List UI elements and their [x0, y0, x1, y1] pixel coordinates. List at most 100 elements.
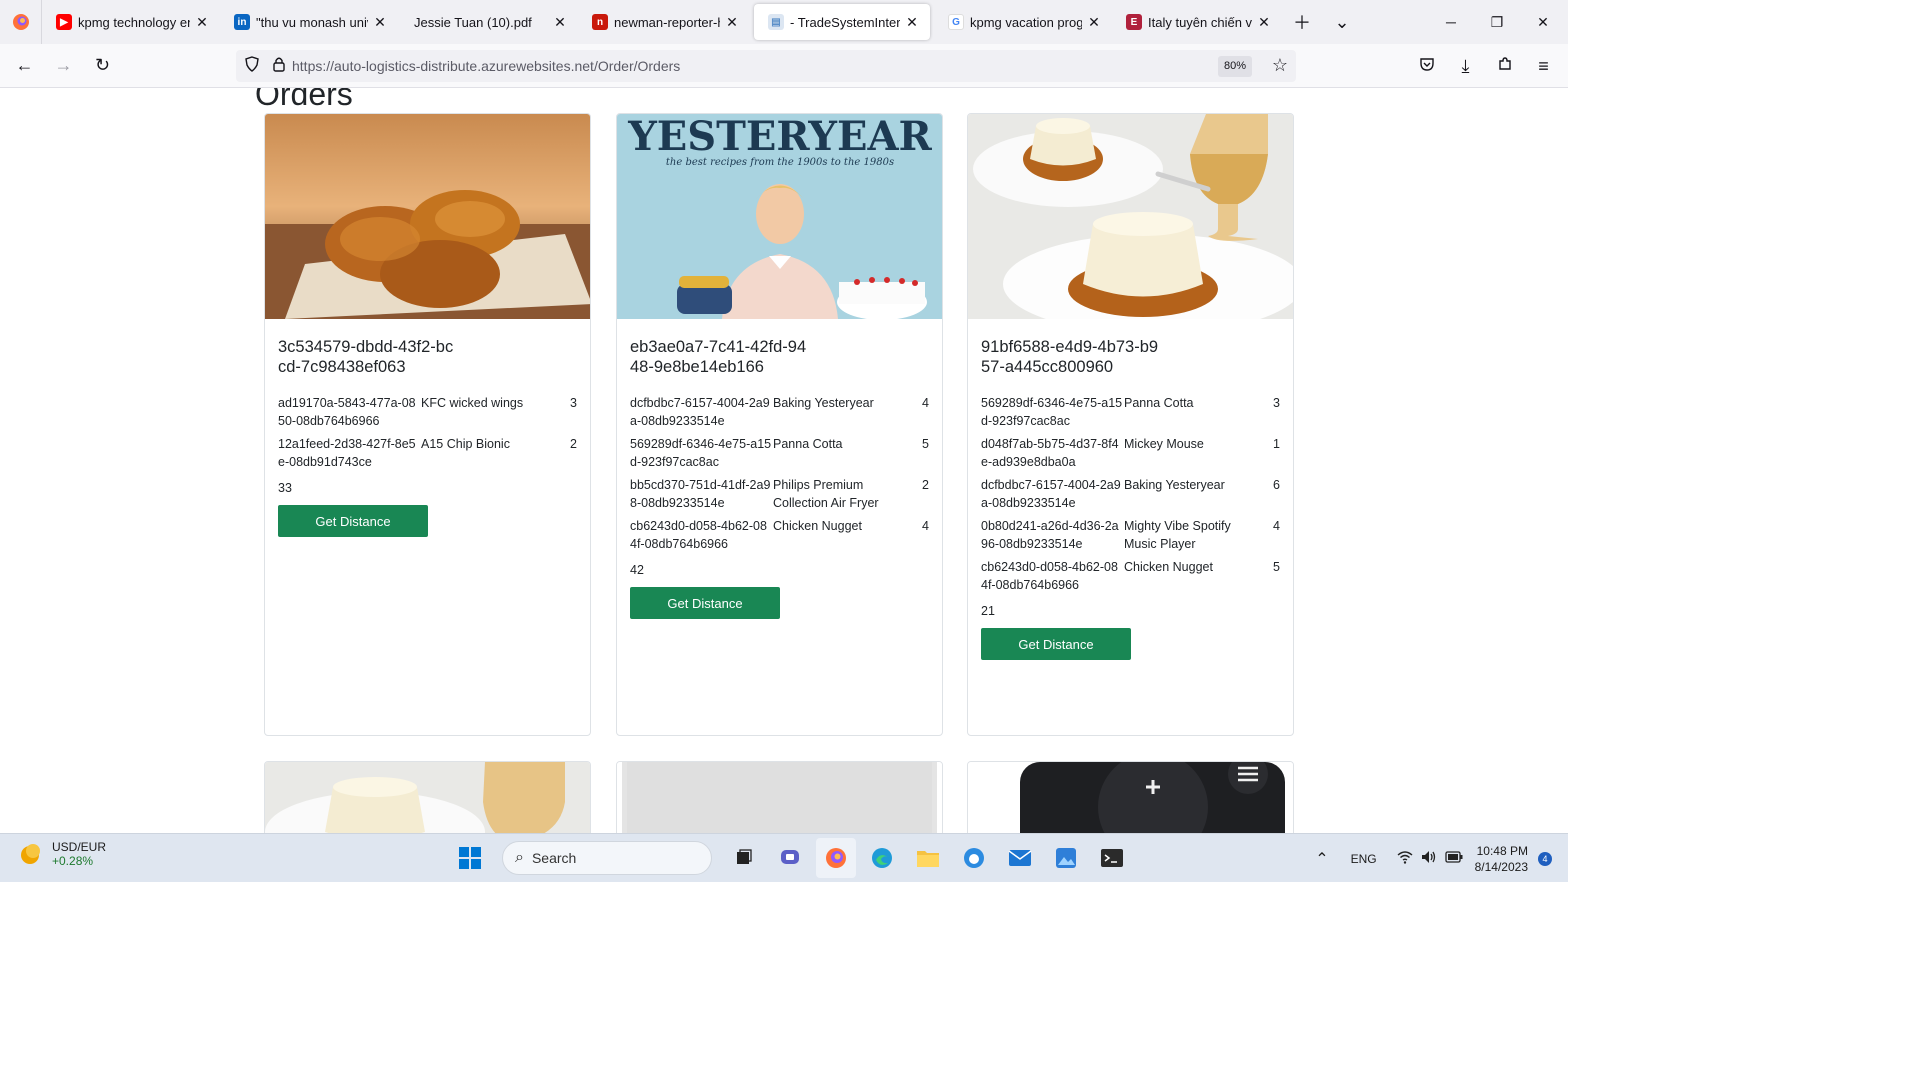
- product-name: Baking Yesteryear: [1124, 478, 1225, 492]
- search-icon: ⌕: [515, 849, 524, 866]
- lock-icon[interactable]: [272, 56, 286, 77]
- close-icon: ✕: [1537, 13, 1549, 30]
- terminal-button[interactable]: [1092, 838, 1132, 878]
- battery-icon[interactable]: [1444, 851, 1463, 866]
- order-id: eb3ae0a7-7c41-42fd-9448-9e8be14eb166: [630, 338, 807, 376]
- youtube-icon: ▶: [56, 14, 72, 30]
- tab-youtube[interactable]: ▶ kpmg technology engi ✕: [42, 0, 220, 44]
- tab-pdf[interactable]: Jessie Tuan (10).pdf ✕: [398, 0, 578, 44]
- url-text[interactable]: https://auto-logistics-distribute.azurew…: [292, 58, 680, 74]
- teams-chat-button[interactable]: [770, 838, 810, 878]
- task-view-button[interactable]: [724, 838, 764, 878]
- product-name: Panna Cotta: [773, 437, 843, 451]
- restore-icon: ❐: [1490, 13, 1504, 30]
- order-id: 91bf6588-e4d9-4b73-b957-a445cc800960: [981, 338, 1159, 376]
- new-tab-button[interactable]: ＋: [1282, 0, 1322, 44]
- product-name: KFC wicked wings: [421, 396, 524, 410]
- chevron-down-icon: ⌄: [1334, 11, 1350, 32]
- close-window-button[interactable]: ✕: [1520, 0, 1566, 44]
- book-subtitle: the best recipes from the 1900s to the 1…: [666, 157, 894, 168]
- hamburger-menu-icon: ≡: [1538, 55, 1549, 76]
- forward-button[interactable]: →: [45, 50, 82, 82]
- list-all-tabs-button[interactable]: ⌄: [1322, 0, 1362, 44]
- tab-tradesystem[interactable]: ▤ - TradeSystemInterfac ✕: [754, 4, 930, 40]
- tab-title: kpmg vacation progra: [970, 14, 1082, 30]
- mail-button[interactable]: [1000, 838, 1040, 878]
- close-tab-icon[interactable]: ✕: [372, 14, 388, 31]
- photos-button[interactable]: [1046, 838, 1086, 878]
- address-bar[interactable]: https://auto-logistics-distribute.azurew…: [236, 50, 1296, 82]
- taskbar-search[interactable]: ⌕ Search: [502, 841, 712, 875]
- pocket-icon: [1419, 56, 1435, 77]
- firefox-taskbar-button[interactable]: [816, 838, 856, 878]
- order-card: YESTERYEAR the best recipes from the 190…: [616, 113, 943, 736]
- panna-cotta-image: [265, 762, 590, 833]
- chevron-up-icon[interactable]: ⌃: [1315, 849, 1328, 869]
- product-quantity: 5: [922, 437, 929, 451]
- back-button[interactable]: ←: [6, 50, 43, 82]
- clock-date: 8/14/2023: [1474, 859, 1528, 874]
- product-id: 0b80d241-a26d-4d36-2a96-08db9233514e: [981, 519, 1119, 551]
- zoom-level[interactable]: 80%: [1217, 56, 1252, 77]
- tab-google[interactable]: G kpmg vacation progra ✕: [934, 0, 1112, 44]
- product-image: [265, 114, 590, 319]
- order-id: 3c534579-dbdd-43f2-bccd-7c98438ef063: [278, 338, 454, 376]
- clock[interactable]: 10:48 PM 8/14/2023: [1475, 843, 1528, 875]
- product-name: Mickey Mouse: [1124, 437, 1204, 451]
- product-id: dcfbdbc7-6157-4004-2a9a-08db9233514e: [630, 396, 770, 428]
- volume-icon[interactable]: [1421, 850, 1437, 867]
- app-menu-button[interactable]: ≡: [1525, 50, 1562, 82]
- product-quantity: 3: [570, 396, 577, 410]
- order-total: 21: [981, 604, 995, 618]
- order-item-row: 0b80d241-a26d-4d36-2a96-08db9233514e Mig…: [981, 517, 1280, 553]
- get-distance-button[interactable]: Get Distance: [278, 505, 428, 537]
- product-quantity: 2: [922, 478, 929, 492]
- edge-button[interactable]: [862, 838, 902, 878]
- wifi-icon[interactable]: [1397, 850, 1413, 867]
- product-id: dcfbdbc7-6157-4004-2a9a-08db9233514e: [981, 478, 1121, 510]
- get-distance-button[interactable]: Get Distance: [630, 587, 780, 619]
- tab-title: - TradeSystemInterfac: [790, 14, 900, 30]
- notification-badge[interactable]: 4: [1538, 851, 1552, 866]
- minimize-button[interactable]: ─: [1428, 0, 1474, 44]
- stock-widget[interactable]: USD/EUR +0.28%: [18, 840, 106, 868]
- tab-linkedin[interactable]: in "thu vu monash univer ✕: [220, 0, 398, 44]
- product-image: [968, 114, 1293, 319]
- close-tab-icon[interactable]: ✕: [1086, 14, 1102, 31]
- close-tab-icon[interactable]: ✕: [1256, 14, 1272, 31]
- firefox-icon: [12, 14, 29, 30]
- close-tab-icon[interactable]: ✕: [724, 14, 740, 31]
- get-distance-button[interactable]: Get Distance: [981, 628, 1131, 660]
- bookmark-star-icon[interactable]: ☆: [1272, 55, 1288, 76]
- restore-button[interactable]: ❐: [1474, 0, 1520, 44]
- pocket-button[interactable]: [1408, 50, 1445, 82]
- close-tab-icon[interactable]: ✕: [194, 14, 210, 31]
- currency-icon: [21, 844, 40, 864]
- tab-newman[interactable]: n newman-reporter-htm ✕: [578, 0, 750, 44]
- language-indicator[interactable]: ENG: [1351, 852, 1377, 866]
- reload-button[interactable]: ↻: [84, 50, 121, 82]
- task-view-icon: [737, 849, 752, 864]
- tracking-shield-icon[interactable]: [244, 55, 260, 77]
- remote-control-image: [968, 762, 1293, 833]
- photos-icon: [1056, 848, 1076, 868]
- downloads-button[interactable]: ⤓: [1447, 50, 1484, 82]
- navigation-bar: ← → ↻ https://auto-logistics-distribute.…: [0, 44, 1568, 88]
- product-id: 569289df-6346-4e75-a15d-923f97cac8ac: [981, 396, 1123, 428]
- product-id: ad19170a-5843-477a-0850-08db764b6966: [278, 396, 416, 428]
- chat-icon: [781, 850, 799, 864]
- file-explorer-button[interactable]: [908, 838, 948, 878]
- reload-icon: ↻: [94, 55, 111, 75]
- product-quantity: 5: [1273, 560, 1280, 574]
- app-button-bird[interactable]: [954, 838, 994, 878]
- clock-time: 10:48 PM: [1476, 843, 1528, 858]
- product-name: Chicken Nugget: [1124, 560, 1213, 574]
- tab-news[interactable]: E Italy tuyên chiến với cu ✕: [1112, 0, 1282, 44]
- extensions-button[interactable]: [1486, 50, 1523, 82]
- product-id: cb6243d0-d058-4b62-084f-08db764b6966: [630, 519, 767, 551]
- close-tab-icon[interactable]: ✕: [552, 14, 568, 31]
- close-tab-icon[interactable]: ✕: [904, 14, 920, 31]
- firefox-menu[interactable]: [0, 0, 42, 44]
- start-button[interactable]: [450, 838, 490, 878]
- tab-title: newman-reporter-htm: [614, 14, 720, 30]
